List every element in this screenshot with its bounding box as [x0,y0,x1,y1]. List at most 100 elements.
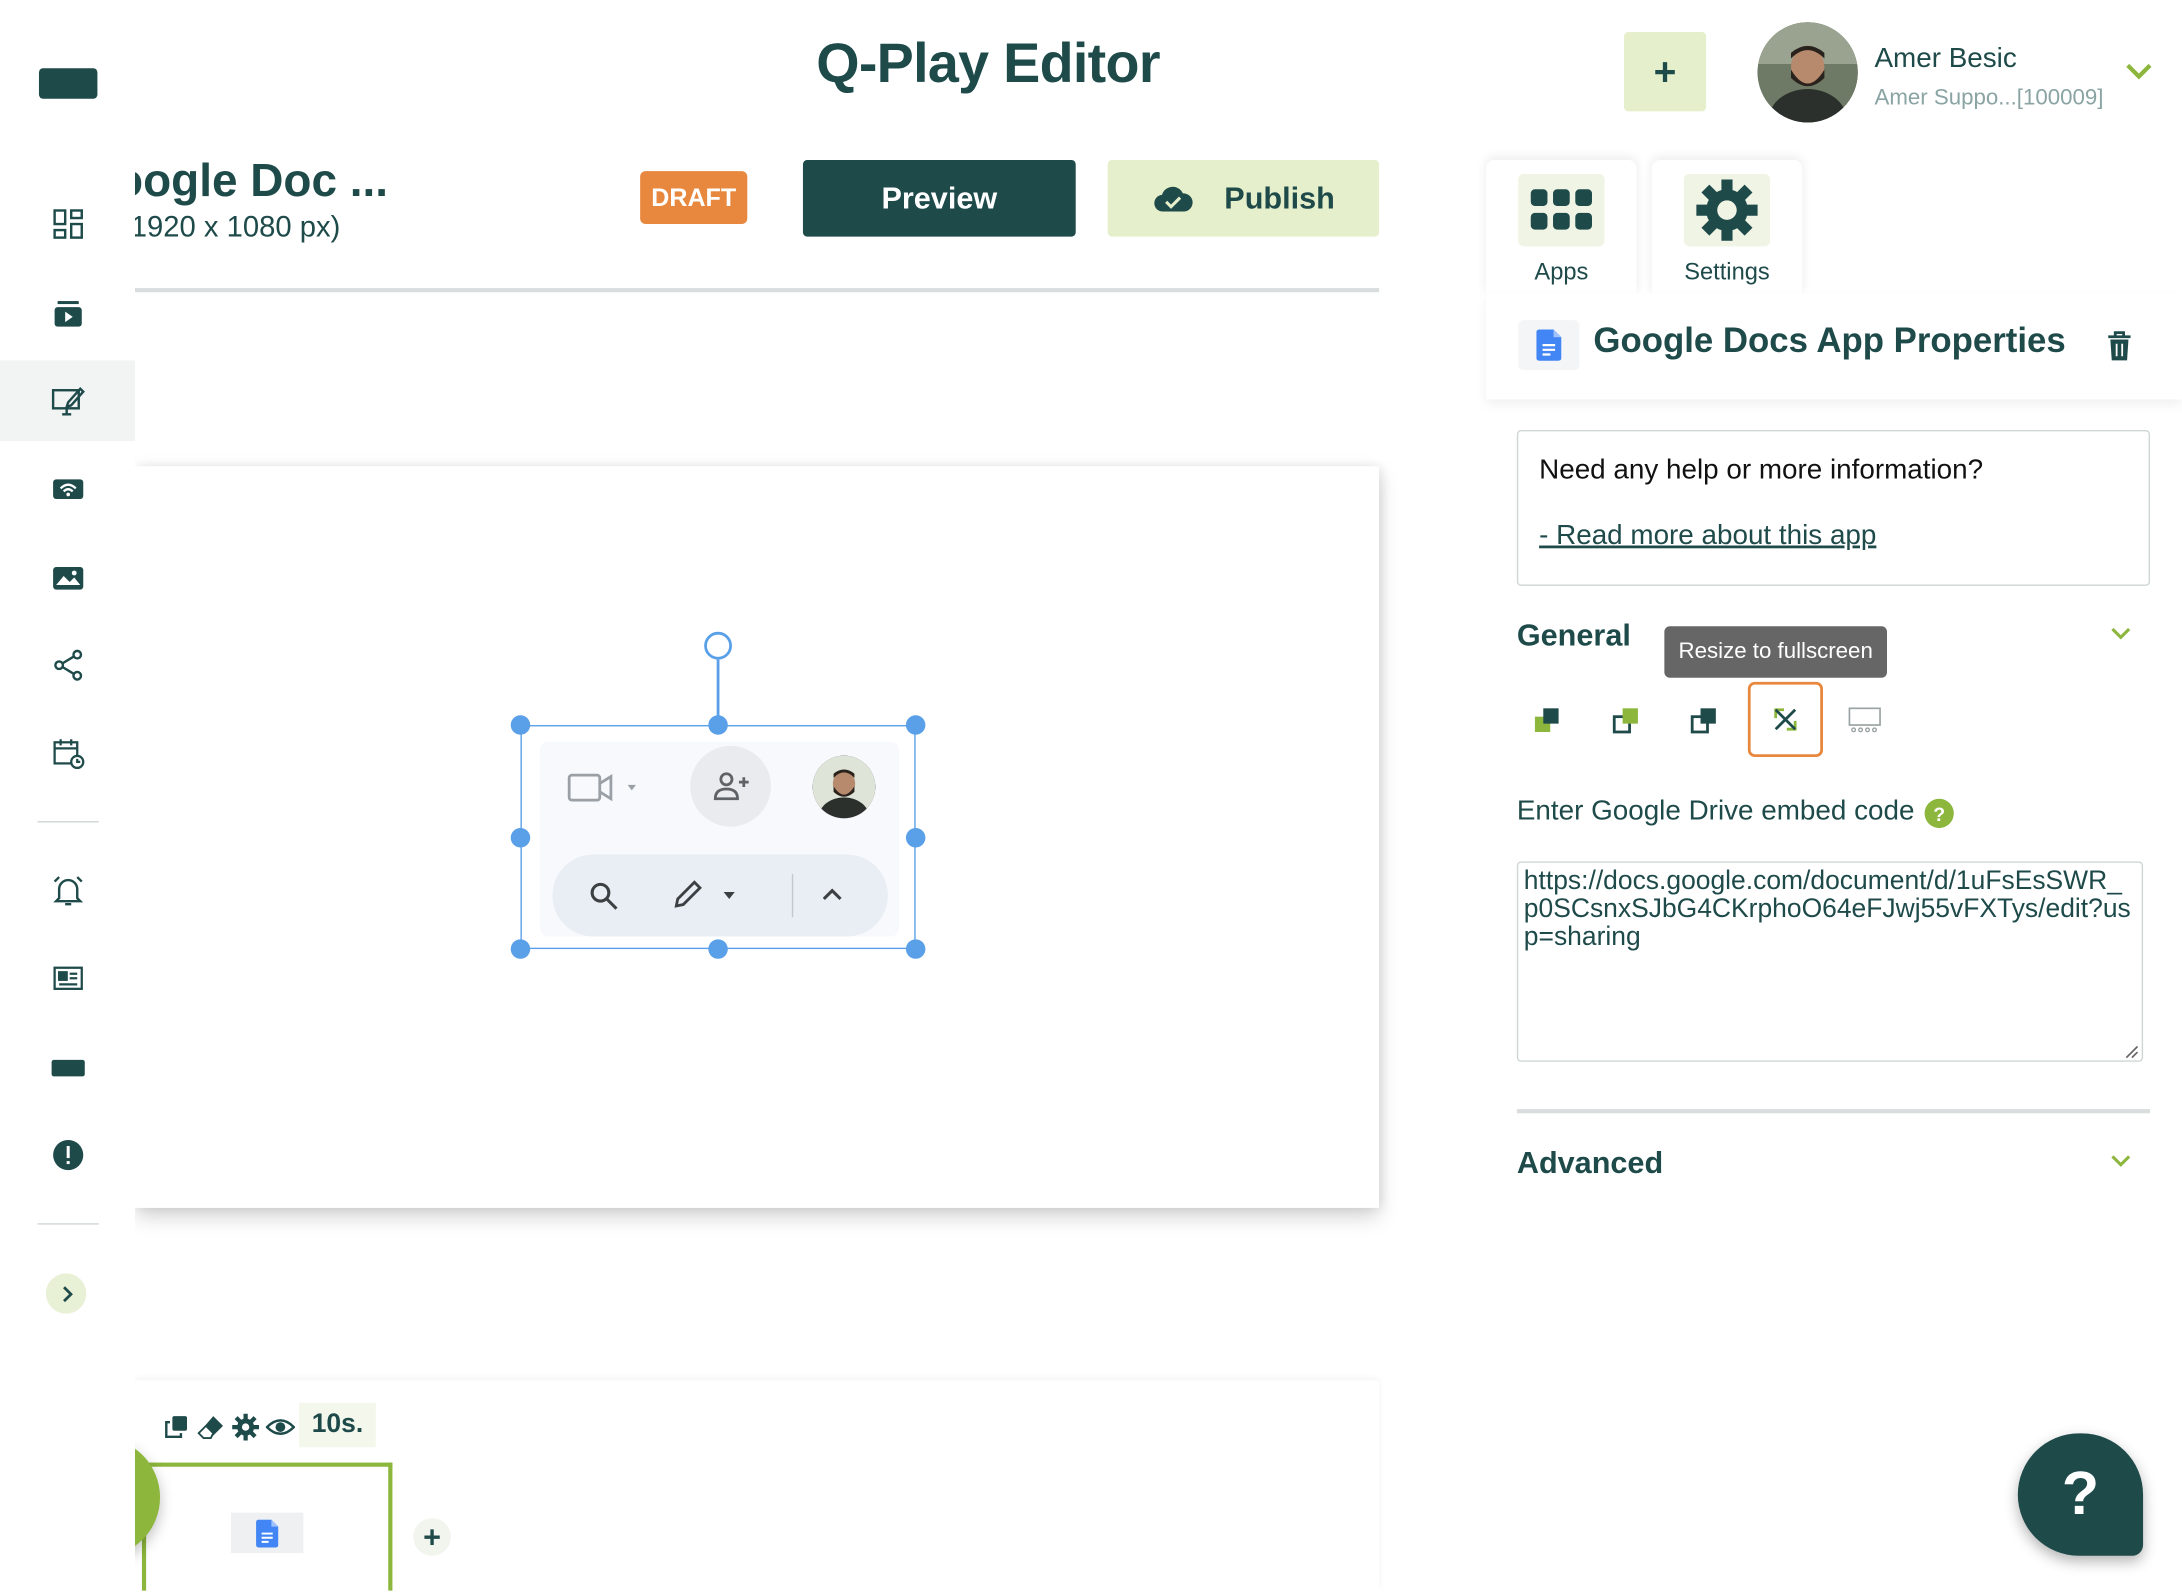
trash-icon[interactable] [2104,330,2135,363]
schedule-icon [52,739,84,770]
page-title: Q-Play Editor [816,33,1160,95]
resize-handle-bottom[interactable] [708,939,728,959]
read-more-link[interactable]: - Read more about this app [1539,520,1876,552]
google-docs-icon [1536,329,1562,361]
help-icon[interactable]: ? [1924,798,1954,829]
add-button[interactable]: + [1623,32,1707,112]
chevron-up-icon [822,888,842,901]
gear-icon[interactable] [231,1412,260,1441]
sidebar-item-editor[interactable] [0,360,135,442]
chevron-down-icon[interactable] [2108,1151,2133,1170]
broadcast-icon [52,479,83,500]
alarm-icon [52,876,83,906]
tab-settings-label: Settings [1684,258,1770,286]
screen-layout-icon [1848,707,1881,733]
publish-button[interactable]: Publish [1107,160,1380,237]
sidebar-item-alarm[interactable] [0,850,135,931]
embed-code-input[interactable]: https://docs.google.com/document/d/1uFsE… [1516,861,2144,1062]
tab-apps[interactable]: Apps [1486,160,1637,296]
preview-button[interactable]: Preview [802,160,1076,237]
sidebar-item-schedule[interactable] [0,712,135,793]
screen-icon [50,1059,85,1077]
tab-apps-label: Apps [1534,258,1589,286]
alert-icon [52,1139,83,1171]
logo[interactable] [38,68,98,99]
divider [134,288,1380,293]
media-library-icon [53,301,82,327]
sidebar-item-photos[interactable] [0,537,135,618]
user-account[interactable]: Amer Suppo...[100009] [1874,86,2103,111]
bring-front-icon [1534,708,1559,732]
tab-settings[interactable]: Settings [1651,160,1803,296]
document-dimensions: (1920 x 1080 px) [134,211,341,244]
help-question: Need any help or more information? [1539,455,1984,486]
panel-title: Google Docs App Properties [1593,321,2066,361]
apps-grid-icon [1530,189,1592,230]
chevron-down-icon[interactable] [2124,58,2155,83]
sidebar-item-alerts[interactable] [0,1115,135,1196]
gear-icon [1696,179,1758,241]
help-box [1516,430,2151,586]
document-title: Google Doc ... [135,154,389,206]
divider [1516,1109,2151,1114]
editor-icon [51,386,85,416]
pencil-icon [674,880,735,908]
section-general[interactable]: General [1517,618,1631,654]
sidebar-item-dashboard[interactable] [0,184,135,265]
video-camera-icon [567,773,636,802]
resize-fullscreen-button[interactable] [1747,681,1823,758]
bring-forward-icon [1612,708,1638,734]
add-slide-button[interactable]: + [413,1518,451,1556]
resize-handle-right[interactable] [905,828,926,848]
sidebar-item-share[interactable] [0,625,135,706]
help-chat-button[interactable]: ? [2017,1433,2144,1556]
user-name[interactable]: Amer Besic [1874,43,2016,75]
resize-handle-left[interactable] [510,828,531,848]
resize-handle-bottom-right[interactable] [905,939,926,959]
fullscreen-icon [1774,708,1797,731]
sidebar-item-media[interactable] [0,273,135,354]
sidebar-item-screen[interactable] [0,1027,135,1108]
resize-handle-bottom-left[interactable] [510,939,531,959]
sidebar-item-news[interactable] [0,938,135,1019]
resize-handle-top-left[interactable] [510,715,531,735]
document-info: Google Doc ... (1920 x 1080 px) [135,139,413,264]
section-advanced[interactable]: Advanced [1517,1145,1663,1181]
slide-duration[interactable]: 10s. [299,1402,376,1448]
resize-handle-top-right[interactable] [905,715,926,735]
chevron-down-icon[interactable] [2108,623,2133,642]
send-backward-button[interactable] [1680,696,1730,743]
widget-avatar [812,755,876,819]
textarea-resize-icon[interactable] [2122,1042,2139,1059]
status-badge: DRAFT [640,171,748,225]
bring-forward-button[interactable] [1602,696,1652,743]
fit-screen-button[interactable] [1840,696,1890,743]
duplicate-icon[interactable] [161,1412,190,1441]
share-icon [53,649,82,681]
cloud-check-icon [1153,186,1193,211]
tab-settings-icon-wrap [1683,173,1771,247]
sidebar-divider [37,821,99,823]
avatar[interactable] [1757,22,1858,123]
widget-user-photo [812,755,876,819]
sidebar-divider [37,1223,99,1225]
resize-handle-top[interactable] [708,715,728,735]
sidebar-item-broadcast[interactable] [0,448,135,529]
tooltip: Resize to fullscreen [1664,626,1888,678]
add-person-button [690,745,771,827]
eye-icon[interactable] [265,1412,296,1441]
photos-icon [52,566,83,590]
sidebar-expand-button[interactable] [45,1273,87,1314]
user-photo [1757,22,1858,123]
sidebar [0,0,135,1591]
bring-to-front-button[interactable] [1522,696,1572,743]
app-icon [1518,320,1580,371]
publish-label: Publish [1224,180,1335,216]
tab-apps-icon-wrap [1518,173,1605,247]
widget-toolbar [552,854,888,937]
timeline-actions [161,1411,296,1442]
slide-thumbnail [231,1512,304,1554]
eraser-icon[interactable] [196,1412,225,1441]
rotation-handle[interactable] [704,631,732,660]
send-backward-icon [1690,708,1716,734]
